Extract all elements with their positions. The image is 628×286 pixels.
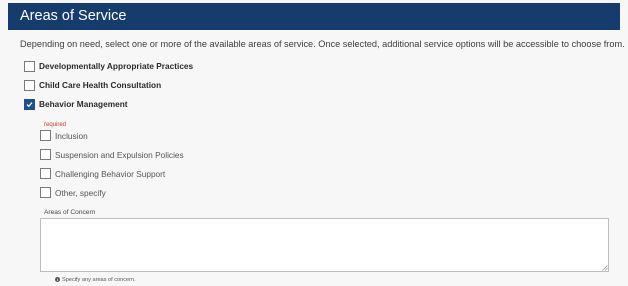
label-challenging-behavior-support[interactable]: Challenging Behavior Support	[55, 169, 165, 179]
checkbox-behavior-management[interactable]	[24, 99, 35, 110]
required-indicator: required	[44, 122, 67, 128]
info-icon: i	[55, 277, 60, 283]
checkbox-child-care-health-consultation[interactable]	[24, 80, 35, 91]
areas-of-service-panel: Areas of Service Depending on need, sele…	[0, 0, 628, 286]
areas-of-concern-textarea[interactable]	[40, 218, 609, 272]
label-behavior-management[interactable]: Behavior Management	[39, 99, 128, 109]
areas-of-concern-help: i Specify any areas of concern.	[55, 277, 136, 283]
resize-grip-icon[interactable]	[602, 265, 608, 271]
label-other-specify[interactable]: Other, specify	[55, 188, 106, 198]
label-child-care-health-consultation[interactable]: Child Care Health Consultation	[39, 80, 161, 90]
check-icon	[26, 102, 33, 108]
checkbox-suspension-expulsion-policies[interactable]	[40, 149, 51, 160]
checkbox-inclusion[interactable]	[40, 130, 51, 141]
checkbox-developmentally-appropriate-practices[interactable]	[24, 61, 35, 72]
areas-of-concern-label: Areas of Concern	[44, 209, 96, 216]
section-header: Areas of Service	[8, 3, 620, 30]
help-text: Specify any areas of concern.	[62, 277, 136, 283]
label-developmentally-appropriate-practices[interactable]: Developmentally Appropriate Practices	[39, 61, 193, 71]
label-inclusion[interactable]: Inclusion	[55, 131, 88, 141]
label-suspension-expulsion-policies[interactable]: Suspension and Expulsion Policies	[55, 150, 184, 160]
checkbox-other-specify[interactable]	[40, 187, 51, 198]
checkbox-challenging-behavior-support[interactable]	[40, 168, 51, 179]
section-intro: Depending on need, select one or more of…	[20, 39, 625, 49]
